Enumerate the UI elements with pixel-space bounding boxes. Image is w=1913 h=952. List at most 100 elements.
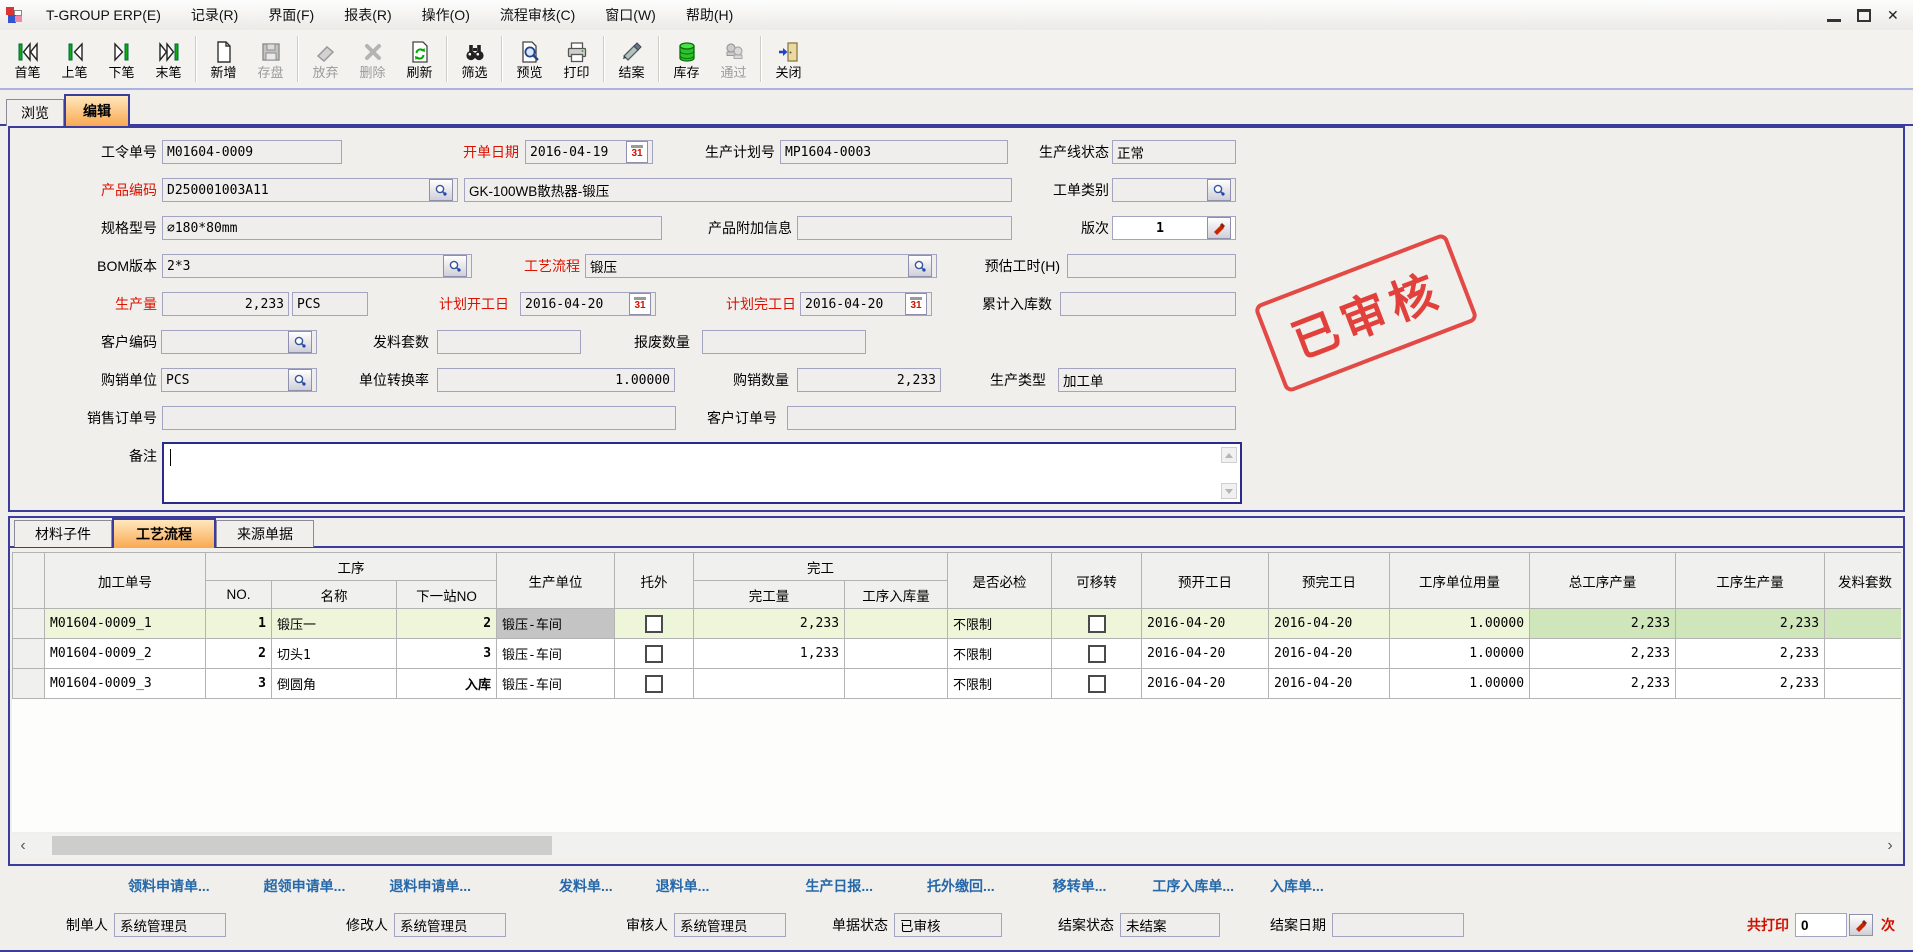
print-count-input[interactable]: 0 (1795, 913, 1847, 937)
tab-process-flow[interactable]: 工艺流程 (112, 518, 216, 548)
cell-unit-usage[interactable]: 1.00000 (1390, 669, 1530, 699)
menu-interface[interactable]: 界面(F) (253, 0, 329, 30)
cell-plan-finish[interactable]: 2016-04-20 (1269, 609, 1390, 639)
scrollbar-thumb[interactable] (52, 836, 552, 855)
menu-records[interactable]: 记录(R) (176, 0, 253, 30)
inventory-button[interactable]: 库存 (663, 30, 710, 88)
plan-finish-input[interactable]: 2016-04-20 31 (800, 292, 932, 316)
close-case-button[interactable]: 结案 (608, 30, 655, 88)
cell-plan-start[interactable]: 2016-04-20 (1142, 669, 1269, 699)
plan-start-calendar-icon[interactable]: 31 (629, 293, 651, 315)
cell-next-no[interactable]: 3 (397, 639, 497, 669)
link-return-request[interactable]: 退料申请单... (389, 876, 471, 896)
cell-issue-sets[interactable] (1825, 669, 1901, 699)
menu-app-title[interactable]: T-GROUP ERP(E) (31, 0, 176, 30)
cell-proc-output[interactable]: 2,233 (1676, 639, 1825, 669)
customer-order-input[interactable] (787, 406, 1236, 430)
menu-workflow-audit[interactable]: 流程审核(C) (485, 0, 590, 30)
cell-stockin-qty[interactable] (845, 639, 948, 669)
link-return-doc[interactable]: 退料单... (656, 876, 710, 896)
spec-input[interactable]: ⌀180*80mm (162, 216, 662, 240)
cell-plan-start[interactable]: 2016-04-20 (1142, 639, 1269, 669)
cell-total-output[interactable]: 2,233 (1530, 609, 1676, 639)
menu-window[interactable]: 窗口(W) (590, 0, 671, 30)
menu-operations[interactable]: 操作(O) (407, 0, 485, 30)
trade-unit-lookup-icon[interactable] (288, 369, 312, 391)
tab-source-docs[interactable]: 来源单据 (216, 520, 314, 547)
cell-plan-start[interactable]: 2016-04-20 (1142, 609, 1269, 639)
order-class-lookup-icon[interactable] (1207, 179, 1231, 201)
trade-unit-input[interactable]: PCS (161, 368, 317, 392)
cell-name[interactable]: 锻压一 (272, 609, 397, 639)
cell-unit-usage[interactable]: 1.00000 (1390, 609, 1530, 639)
next-record-button[interactable]: 下笔 (98, 30, 145, 88)
cell-proc-output[interactable]: 2,233 (1676, 669, 1825, 699)
cell-issue-sets[interactable] (1825, 609, 1901, 639)
cell-done-qty[interactable]: 1,233 (694, 639, 845, 669)
link-transfer-doc[interactable]: 移转单... (1053, 876, 1107, 896)
cell-total-output[interactable]: 2,233 (1530, 669, 1676, 699)
issue-sets-input[interactable] (437, 330, 581, 354)
prod-qty-input[interactable]: 2,233 (162, 292, 289, 316)
cell-unit[interactable]: 锻压-车间 (497, 669, 615, 699)
order-class-input[interactable] (1112, 178, 1236, 202)
delete-button[interactable]: 删除 (349, 30, 396, 88)
cell-done-qty[interactable] (694, 669, 845, 699)
link-issue-doc[interactable]: 发料单... (559, 876, 613, 896)
transferable-checkbox[interactable] (1088, 645, 1106, 663)
cell-order-no[interactable]: M01604-0009_2 (45, 639, 206, 669)
cell-total-output[interactable]: 2,233 (1530, 639, 1676, 669)
cell-inspect[interactable]: 不限制 (948, 609, 1052, 639)
row-selector[interactable] (13, 639, 45, 669)
last-record-button[interactable]: 末笔 (145, 30, 192, 88)
product-code-input[interactable]: D250001003A11 (162, 178, 458, 202)
new-button[interactable]: 新增 (200, 30, 247, 88)
cell-no[interactable]: 1 (206, 609, 272, 639)
save-button[interactable]: 存盘 (247, 30, 294, 88)
cell-stockin-qty[interactable] (845, 669, 948, 699)
total-instock-input[interactable] (1060, 292, 1236, 316)
cell-name[interactable]: 切头1 (272, 639, 397, 669)
customer-code-input[interactable] (161, 330, 317, 354)
cell-plan-finish[interactable]: 2016-04-20 (1269, 639, 1390, 669)
line-status-input[interactable]: 正常 (1112, 140, 1236, 164)
row-selector[interactable] (13, 669, 45, 699)
minimize-icon[interactable] (1827, 9, 1841, 22)
menu-reports[interactable]: 报表(R) (329, 0, 406, 30)
order-date-input[interactable]: 2016-04-19 31 (525, 140, 653, 164)
product-name-input[interactable]: GK-100WB散热器-锻压 (464, 178, 1012, 202)
product-code-lookup-icon[interactable] (429, 179, 453, 201)
prod-type-input[interactable]: 加工单 (1058, 368, 1236, 392)
version-edit-icon[interactable] (1207, 217, 1231, 239)
remark-scroll-up-icon[interactable] (1221, 447, 1237, 463)
outsource-checkbox[interactable] (645, 645, 663, 663)
sales-order-input[interactable] (162, 406, 676, 430)
scroll-left-icon[interactable]: ‹ (12, 834, 34, 858)
refresh-button[interactable]: 刷新 (396, 30, 443, 88)
outsource-checkbox[interactable] (645, 675, 663, 693)
version-input[interactable]: 1 (1112, 216, 1236, 240)
product-extra-input[interactable] (797, 216, 1012, 240)
restore-icon[interactable] (1857, 9, 1871, 22)
cell-plan-finish[interactable]: 2016-04-20 (1269, 669, 1390, 699)
unit-rate-input[interactable]: 1.00000 (437, 368, 675, 392)
link-daily-report[interactable]: 生产日报... (805, 876, 873, 896)
menu-help[interactable]: 帮助(H) (671, 0, 748, 30)
customer-code-lookup-icon[interactable] (288, 331, 312, 353)
cell-stockin-qty[interactable] (845, 609, 948, 639)
cell-next-no[interactable]: 2 (397, 609, 497, 639)
preview-button[interactable]: 预览 (506, 30, 553, 88)
bom-version-lookup-icon[interactable] (443, 255, 467, 277)
print-count-edit-icon[interactable] (1849, 914, 1873, 936)
est-hours-input[interactable] (1067, 254, 1236, 278)
approve-button[interactable]: 通过 (710, 30, 757, 88)
link-stockin-doc[interactable]: 入库单... (1270, 876, 1324, 896)
filter-button[interactable]: 筛选 (451, 30, 498, 88)
cell-done-qty[interactable]: 2,233 (694, 609, 845, 639)
transferable-checkbox[interactable] (1088, 675, 1106, 693)
remark-textarea[interactable] (162, 442, 1242, 504)
tab-edit[interactable]: 编辑 (64, 94, 130, 126)
cell-issue-sets[interactable] (1825, 639, 1901, 669)
cell-order-no[interactable]: M01604-0009_3 (45, 669, 206, 699)
print-button[interactable]: 打印 (553, 30, 600, 88)
